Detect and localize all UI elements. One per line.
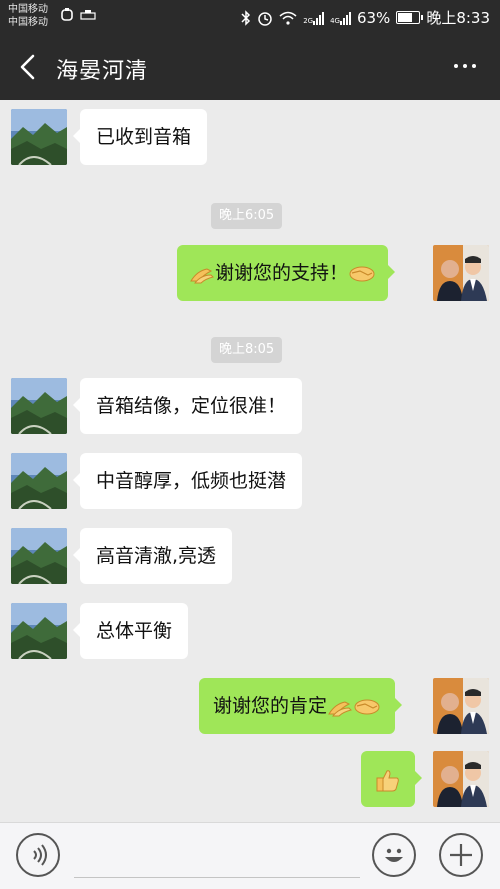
timestamp-label: 晚上8:05 bbox=[211, 337, 283, 363]
my-avatar[interactable] bbox=[433, 245, 489, 301]
plus-icon bbox=[450, 844, 472, 866]
message-text: 谢谢您的肯定 bbox=[213, 695, 328, 717]
network-type-1: 2G bbox=[303, 16, 314, 25]
network-type-2: 4G bbox=[330, 16, 340, 25]
battery-percent: 63% bbox=[356, 8, 391, 27]
status-right: 2G 4G 63% 晚上8:33 bbox=[241, 7, 490, 28]
voice-icon bbox=[33, 844, 47, 866]
message-bubble[interactable]: 高音清澈,亮透 bbox=[72, 528, 233, 584]
chat-title: 海晏河清 bbox=[56, 59, 149, 84]
signal-bars-1-icon bbox=[313, 11, 325, 25]
wifi-icon bbox=[279, 11, 297, 25]
contact-avatar[interactable] bbox=[11, 453, 67, 509]
contact-avatar[interactable] bbox=[11, 603, 67, 659]
chevron-left-icon[interactable] bbox=[14, 52, 42, 82]
message-text: 已收到音箱 bbox=[96, 126, 192, 148]
message-bubble[interactable]: 总体平衡 bbox=[72, 603, 189, 659]
alarm-icon bbox=[258, 11, 272, 26]
signal-1: 2G bbox=[303, 11, 325, 25]
status-left-icons bbox=[60, 8, 96, 22]
message-text: 高音清澈,亮透 bbox=[96, 545, 217, 567]
carrier-2-label: 中国移动 bbox=[8, 17, 48, 28]
status-time: 晚上8:33 bbox=[426, 9, 490, 27]
my-avatar[interactable] bbox=[433, 751, 489, 807]
status-bar: 中国移动 中国移动 2G 4G 63% 晚上8:33 bbox=[0, 0, 500, 34]
thumbs-up-icon bbox=[376, 769, 399, 791]
more-dots-icon[interactable] bbox=[454, 64, 476, 68]
contact-avatar[interactable] bbox=[11, 109, 67, 165]
battery-icon bbox=[396, 11, 424, 24]
app-notification-icon bbox=[61, 8, 73, 21]
message-bubble[interactable]: 已收到音箱 bbox=[72, 109, 208, 165]
handshake-icon bbox=[354, 699, 380, 714]
contact-avatar[interactable] bbox=[11, 528, 67, 584]
message-text: 音箱结像，定位很准！ bbox=[96, 395, 287, 417]
handshake-icon bbox=[349, 266, 375, 281]
signal-2: 4G bbox=[330, 11, 351, 25]
input-bar bbox=[0, 822, 500, 889]
message-text: 谢谢您的支持！ bbox=[215, 262, 349, 284]
battery-fill bbox=[398, 13, 413, 22]
message-bubble[interactable]: 音箱结像，定位很准！ bbox=[72, 378, 303, 434]
message-input[interactable] bbox=[74, 833, 360, 878]
voice-button[interactable] bbox=[16, 833, 60, 877]
carrier-labels: 中国移动 中国移动 bbox=[8, 3, 48, 29]
signal-bars-2-icon bbox=[339, 11, 351, 25]
message-text: 总体平衡 bbox=[96, 620, 173, 642]
smiley-icon bbox=[385, 848, 403, 862]
bluetooth-icon bbox=[241, 9, 251, 26]
carrier-1-label: 中国移动 bbox=[8, 4, 48, 15]
message-list[interactable]: 已收到音箱 晚上6:05 谢谢您的支持！ 晚上8:05 音箱结像，定位很准！ 中… bbox=[0, 100, 500, 822]
message-text: 中音醇厚，低频也挺潜 bbox=[96, 470, 287, 492]
chat-header: 海晏河清 bbox=[0, 34, 500, 100]
contact-avatar[interactable] bbox=[11, 378, 67, 434]
message-bubble[interactable]: 谢谢您的支持！ bbox=[177, 245, 396, 301]
message-bubble[interactable]: 谢谢您的肯定 bbox=[199, 678, 403, 734]
usb-icon bbox=[80, 10, 96, 20]
clapping-hands-icon bbox=[328, 700, 352, 716]
message-bubble[interactable]: 中音醇厚，低频也挺潜 bbox=[72, 453, 303, 509]
timestamp-label: 晚上6:05 bbox=[211, 203, 283, 229]
emoji-button[interactable] bbox=[372, 833, 416, 877]
message-bubble[interactable] bbox=[361, 751, 422, 807]
plus-button[interactable] bbox=[439, 833, 483, 877]
my-avatar[interactable] bbox=[433, 678, 489, 734]
clapping-hands-icon bbox=[190, 267, 214, 283]
